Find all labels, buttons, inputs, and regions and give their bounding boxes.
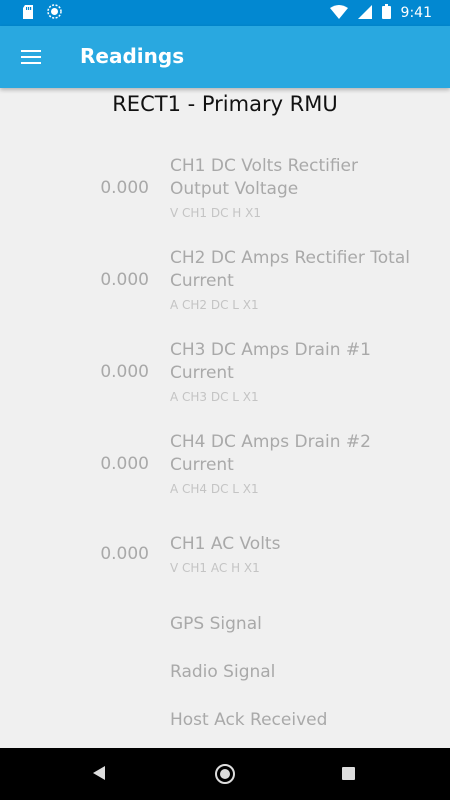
- signal-name: Radio Signal: [170, 662, 276, 682]
- sd-card-icon: [22, 4, 34, 23]
- reading-name: CH4 DC Amps Drain #2 Current: [170, 432, 371, 475]
- home-icon[interactable]: [215, 764, 235, 784]
- back-icon[interactable]: [93, 766, 105, 780]
- navigation-bar: [0, 748, 450, 800]
- status-time: 9:41: [400, 5, 432, 21]
- reading-value: 0.000: [100, 270, 149, 290]
- page-title: Readings: [80, 44, 185, 68]
- reading-unit: A CH4 DC L X1: [170, 482, 259, 496]
- cellular-icon: [357, 4, 372, 23]
- reading-value: 0.000: [100, 362, 149, 382]
- device-title: RECT1 - Primary RMU: [112, 92, 338, 116]
- reading-unit: V CH1 DC H X1: [170, 206, 262, 220]
- reading-name: CH1 AC Volts: [170, 534, 281, 554]
- recent-apps-icon[interactable]: [342, 767, 355, 780]
- sync-icon: [47, 3, 62, 23]
- reading-value: 0.000: [100, 178, 149, 198]
- reading-name: CH1 DC Volts Rectifier Output Voltage: [170, 156, 358, 199]
- reading-value: 0.000: [100, 454, 149, 474]
- wifi-icon: [329, 4, 348, 23]
- app-bar: Readings: [0, 26, 450, 88]
- battery-icon: [381, 3, 391, 23]
- reading-unit: V CH1 AC H X1: [170, 561, 260, 575]
- status-bar: 9:41: [0, 0, 450, 26]
- reading-name: CH2 DC Amps Rectifier Total Current: [170, 248, 410, 291]
- signal-name: Host Ack Received: [170, 710, 328, 730]
- reading-unit: A CH3 DC L X1: [170, 390, 259, 404]
- signal-name: GPS Signal: [170, 614, 262, 634]
- reading-name: CH3 DC Amps Drain #1 Current: [170, 340, 371, 383]
- reading-value: 0.000: [100, 544, 149, 564]
- hamburger-menu-icon[interactable]: [14, 40, 48, 74]
- reading-unit: A CH2 DC L X1: [170, 298, 259, 312]
